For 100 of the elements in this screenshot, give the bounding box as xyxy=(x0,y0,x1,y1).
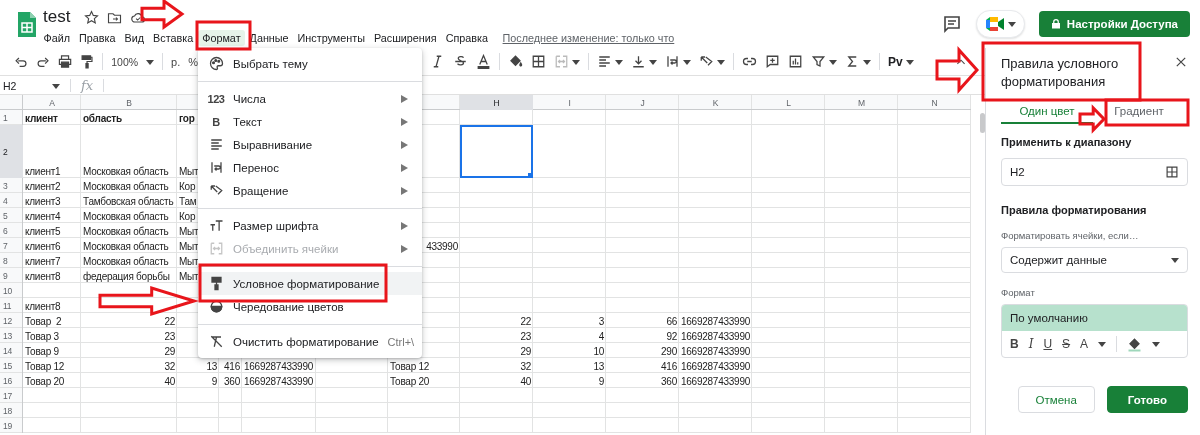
row-number[interactable]: 7 xyxy=(0,238,23,253)
menu-item[interactable]: Выбрать тему xyxy=(198,52,422,75)
formula-icon: fx xyxy=(81,78,94,93)
menu-item[interactable]: Справка xyxy=(441,30,493,46)
table-cell: Московкая область xyxy=(83,241,169,252)
row-number[interactable]: 14 xyxy=(0,343,23,358)
table-cell: 66 xyxy=(666,316,677,327)
row-number[interactable]: 4 xyxy=(0,193,23,208)
column-header[interactable]: L xyxy=(752,95,825,110)
column-header[interactable]: K xyxy=(679,95,752,110)
menu-item[interactable]: Очистить форматирование Ctrl+\ xyxy=(198,330,422,353)
tab[interactable]: Градиент xyxy=(1093,102,1185,124)
menu-item[interactable]: Расширения xyxy=(369,30,442,46)
bold-button[interactable]: B xyxy=(1010,337,1019,351)
column-header[interactable]: A xyxy=(23,95,81,110)
done-button[interactable]: Готово xyxy=(1106,386,1188,413)
table-cell: 1669287433990 xyxy=(681,361,751,372)
range-field[interactable]: H2 xyxy=(1001,158,1188,186)
table-cell: Мыт xyxy=(179,226,199,237)
field-label: Применить к диапазону xyxy=(1001,136,1133,148)
table-cell: Товар 3 xyxy=(25,331,59,342)
table-cell: 433990 xyxy=(426,241,458,252)
table-cell: 23 xyxy=(520,331,531,342)
menu-item[interactable]: 123 Числа xyxy=(198,87,422,110)
table-cell: Мыт xyxy=(179,271,199,282)
table-cell: клиент xyxy=(25,113,58,124)
table-cell: клиент3 xyxy=(25,196,61,207)
text-color-button[interactable]: A xyxy=(1080,337,1089,351)
strikethrough-button[interactable]: S xyxy=(1062,337,1071,351)
menu-item[interactable]: Вращение xyxy=(198,179,422,202)
table-cell: Московкая область xyxy=(83,166,169,177)
zoom-select[interactable]: 100% xyxy=(111,55,139,68)
bold-text-icon: B xyxy=(212,115,220,128)
row-number[interactable]: 2 xyxy=(0,125,23,178)
row-number[interactable]: 10 xyxy=(0,283,23,298)
menu-item[interactable]: B Текст xyxy=(198,110,422,133)
column-header[interactable]: J xyxy=(606,95,679,110)
menu-item[interactable]: Условное форматирование xyxy=(198,272,422,295)
table-cell: клиент6 xyxy=(25,241,61,252)
menu-item[interactable]: Чередование цветов xyxy=(198,295,422,318)
row-number[interactable]: 11 xyxy=(0,298,23,313)
menu-item[interactable]: Файл xyxy=(39,30,75,46)
column-header[interactable]: N xyxy=(898,95,971,110)
table-cell: 92 xyxy=(666,331,677,342)
table-cell: 360 xyxy=(224,376,240,387)
row-number[interactable]: 8 xyxy=(0,253,23,268)
column-header[interactable]: B xyxy=(81,95,177,110)
table-cell: клиент7 xyxy=(25,256,61,267)
row-number[interactable]: 9 xyxy=(0,268,23,283)
condition-dropdown[interactable]: Содержит данные xyxy=(1001,247,1188,273)
menu-item[interactable]: Перенос xyxy=(198,156,422,179)
menu-item[interactable]: Данные xyxy=(245,30,294,46)
column-header[interactable]: H xyxy=(460,95,533,110)
italic-button[interactable]: I xyxy=(1028,337,1034,351)
table-cell: федерация борьбы xyxy=(83,271,170,282)
menu-item[interactable]: Размер шрифта xyxy=(198,214,422,237)
table-cell: 13 xyxy=(593,361,604,372)
table-cell: клиент1 xyxy=(25,166,61,177)
row-number[interactable]: 1 xyxy=(0,110,23,125)
menu-item[interactable]: Вид xyxy=(120,30,149,46)
column-header[interactable]: I xyxy=(533,95,606,110)
table-cell: 1669287433990 xyxy=(681,346,751,357)
percent-format-button[interactable]: % xyxy=(188,55,198,68)
row-number[interactable]: 19 xyxy=(0,418,23,433)
menu-item[interactable]: Вставка xyxy=(148,30,198,46)
last-edit-link[interactable]: Последнее изменение: только что xyxy=(502,32,675,44)
table-cell: 29 xyxy=(520,346,531,357)
table-cell: 22 xyxy=(164,316,175,327)
table-cell: Товар 12 xyxy=(25,361,65,372)
underline-button[interactable]: U xyxy=(1043,337,1053,351)
table-cell: 416 xyxy=(224,361,240,372)
table-cell: Кор xyxy=(179,211,196,222)
row-number[interactable]: 3 xyxy=(0,178,23,193)
table-cell: 1669287433990 xyxy=(244,361,314,372)
row-number[interactable]: 18 xyxy=(0,403,23,418)
row-number[interactable]: 12 xyxy=(0,313,23,328)
menu-item[interactable]: Выравнивание xyxy=(198,133,422,156)
menu-item[interactable]: Правка xyxy=(74,30,121,46)
currency-format-button[interactable]: р. xyxy=(171,55,181,68)
cell-reference-field[interactable]: H2 xyxy=(0,79,52,92)
row-number[interactable]: 15 xyxy=(0,358,23,373)
table-cell: 32 xyxy=(520,361,531,372)
table-cell: 9 xyxy=(211,376,217,387)
row-number[interactable]: 17 xyxy=(0,388,23,403)
row-number[interactable]: 13 xyxy=(0,328,23,343)
table-cell: 1669287433990 xyxy=(681,316,751,327)
table-cell: 416 xyxy=(661,361,677,372)
row-number[interactable]: 5 xyxy=(0,208,23,223)
menu-item[interactable]: Формат xyxy=(197,30,246,46)
menu-item[interactable]: Инструменты xyxy=(293,30,370,46)
row-number[interactable]: 6 xyxy=(0,223,23,238)
table-cell: Товар 12 xyxy=(390,361,430,372)
column-header[interactable]: M xyxy=(825,95,898,110)
row-number[interactable]: 16 xyxy=(0,373,23,388)
panel-title: Правила условного форматирования xyxy=(1001,55,1120,91)
tab[interactable]: Один цвет xyxy=(1001,102,1093,124)
extension-button[interactable]: Pv xyxy=(888,54,903,69)
cancel-button[interactable]: Отмена xyxy=(1017,386,1095,413)
document-title[interactable]: test xyxy=(43,7,71,27)
share-button[interactable]: Настройки Доступа xyxy=(1038,11,1190,37)
